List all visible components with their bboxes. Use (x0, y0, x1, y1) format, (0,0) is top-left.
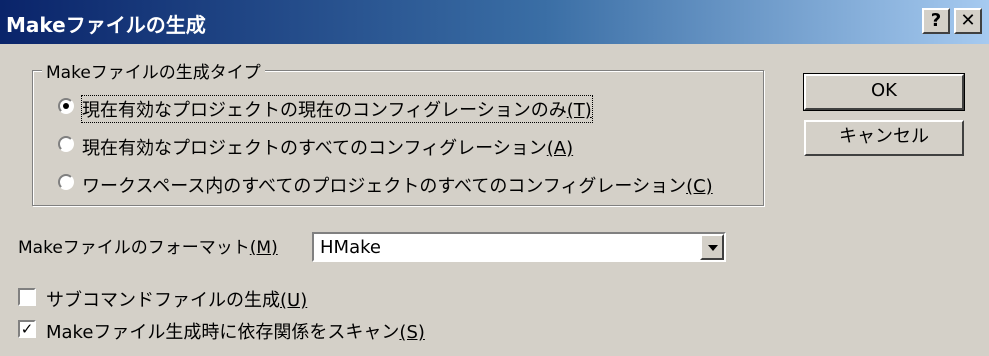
help-icon: ? (930, 10, 942, 31)
ok-button[interactable]: OK (803, 73, 965, 111)
radio-label: 現在有効なプロジェクトの現在のコンフィグレーションのみ(T) (81, 95, 593, 123)
checkbox[interactable]: ✓ (18, 320, 36, 338)
checkbox-label: Makeファイル生成時に依存関係をスキャン(S) (46, 322, 425, 343)
radio-button[interactable] (58, 136, 74, 152)
radio-label: 現在有効なプロジェクトのすべてのコンフィグレーション(A) (82, 138, 574, 159)
radio-label: ワークスペース内のすべてのプロジェクトのすべてのコンフィグレーション(C) (82, 176, 713, 197)
help-button[interactable]: ? (922, 8, 950, 34)
cancel-button[interactable]: キャンセル (804, 120, 964, 156)
checkbox[interactable] (18, 288, 36, 306)
chevron-down-icon[interactable] (700, 234, 724, 260)
close-button[interactable]: ✕ (954, 8, 982, 34)
radio-button[interactable] (58, 98, 74, 114)
radio-selected-dot (63, 103, 69, 109)
format-select-value: HMake (320, 237, 381, 258)
checkbox-label: サブコマンドファイルの生成(U) (46, 290, 308, 311)
check-mark-icon: ✓ (20, 320, 34, 338)
radio-button[interactable] (58, 174, 74, 190)
window-title: Makeファイルの生成 (6, 13, 206, 37)
generation-type-legend: Makeファイルの生成タイプ (42, 58, 265, 83)
format-label: Makeファイルのフォーマット(M) (18, 238, 278, 258)
title-bar: Makeファイルの生成 ? ✕ (0, 0, 989, 44)
close-icon: ✕ (960, 10, 976, 31)
format-select[interactable]: HMake (312, 232, 726, 262)
